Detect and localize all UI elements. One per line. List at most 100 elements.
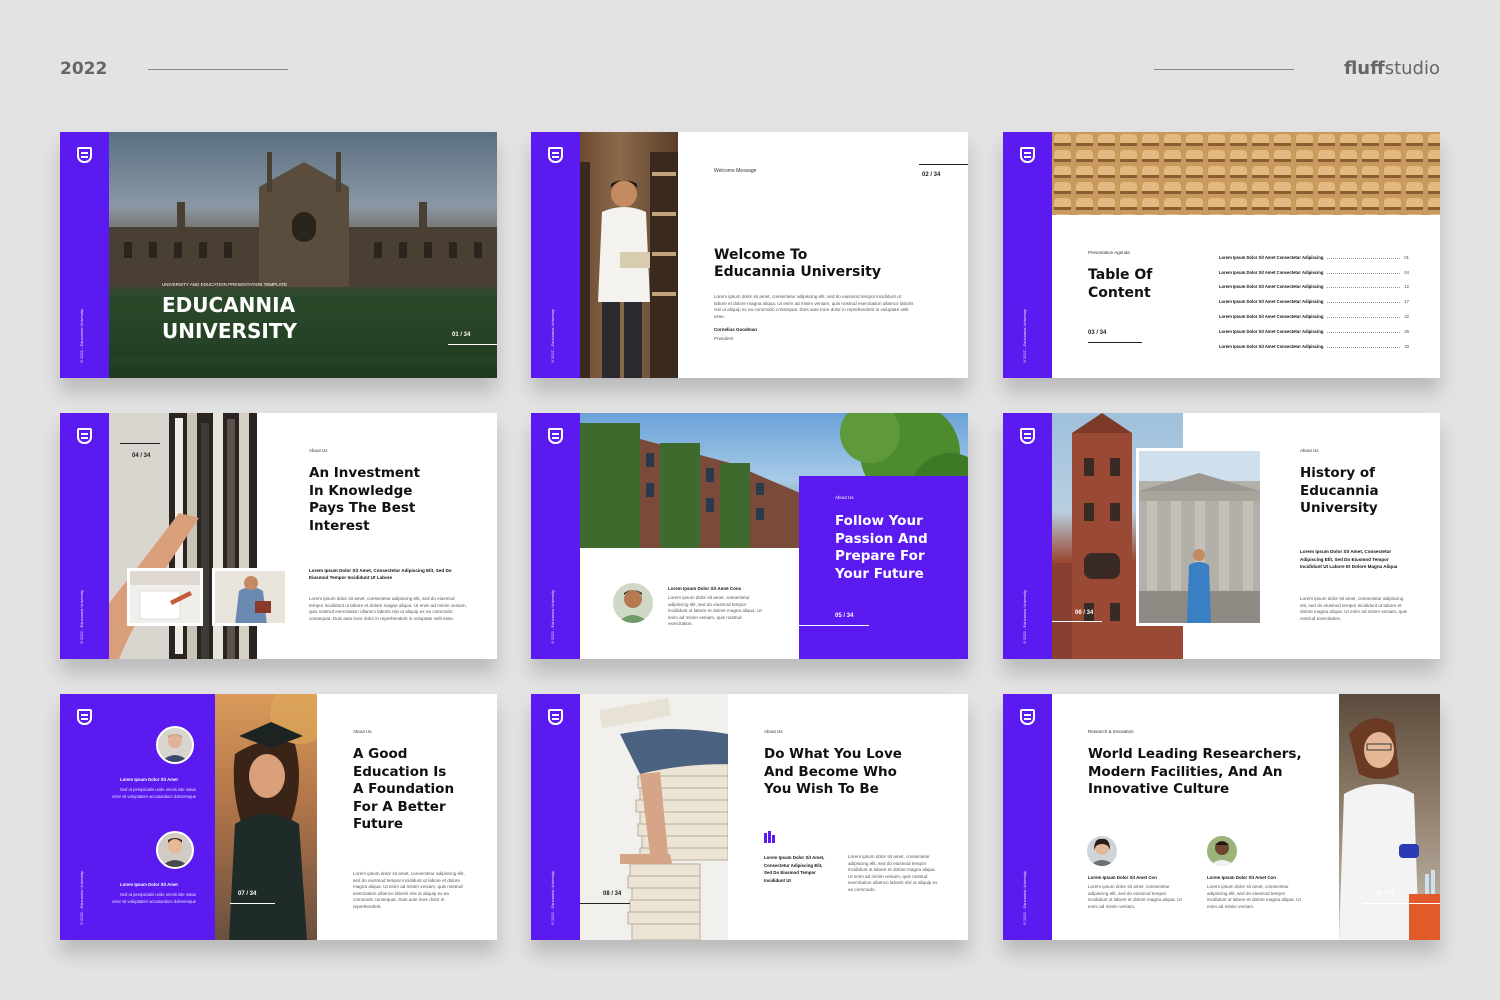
accent-sidebar: ©2022 - Educannia University xyxy=(60,413,109,659)
page-rule xyxy=(120,443,160,444)
toc-row[interactable]: Lorem Ipsum Dolor Sit Amet Consectetur A… xyxy=(1219,265,1409,280)
brand-logo: fluffstudio xyxy=(1343,58,1440,79)
toc-row-page: 33 xyxy=(1404,343,1409,349)
student-books-illustration xyxy=(235,576,271,623)
page-rule xyxy=(1088,342,1142,343)
toc-leader xyxy=(1327,271,1401,274)
writing-illustration xyxy=(130,571,200,620)
slide-title-line2: Educannia University xyxy=(714,264,881,280)
slide-6-history[interactable]: ©2022 - Educannia University 06 / 34 Abo… xyxy=(1003,413,1440,659)
slide-title: Do What You Love And Become Who You Wish T… xyxy=(764,746,902,797)
lead-text: Lorem Ipsum Dolor Sit Amet Cons xyxy=(668,586,742,591)
study-photo-1 xyxy=(127,568,203,626)
researcher-desc-2: Lorem ipsum dolor sit amet, consectetur … xyxy=(1207,884,1301,909)
shield-logo-icon xyxy=(548,709,563,725)
header-rule-right xyxy=(1154,69,1294,70)
page-number: 01 / 34 xyxy=(452,332,471,338)
columns-illustration xyxy=(1139,451,1260,623)
section-label: About Us xyxy=(1300,448,1319,453)
page-number: 04 / 34 xyxy=(132,453,151,459)
page-number: 07 / 34 xyxy=(238,891,257,897)
slide-8-do-what-you-love[interactable]: ©2022 - Educannia University 08 / 34 Abo… xyxy=(531,694,968,940)
toc-row[interactable]: Lorem Ipsum Dolor Sit Amet Consectetur A… xyxy=(1219,324,1409,339)
body-text: Lorem ipsum dolor sit amet, consectetur … xyxy=(309,596,467,621)
page-rule xyxy=(1052,621,1102,622)
slide-title: World Leading Researchers, Modern Facilit… xyxy=(1088,746,1302,797)
person-name-2: Lorem Ipsum Dolor Sit Amet xyxy=(120,882,178,887)
side-caption: ©2022 - Educannia University xyxy=(1022,589,1027,645)
slide-4-investment[interactable]: ©2022 - Educannia University 04 / 34 Abo… xyxy=(60,413,497,659)
page-rule xyxy=(1363,903,1440,904)
toc-row-title: Lorem Ipsum Dolor Sit Amet Consectetur A… xyxy=(1219,254,1324,260)
books-icon xyxy=(764,830,776,843)
slide-9-research[interactable]: ©2022 - Educannia University 09 / 34 Res… xyxy=(1003,694,1440,940)
toc-row[interactable]: Lorem Ipsum Dolor Sit Amet Consectetur A… xyxy=(1219,339,1409,354)
body-text: Lorem ipsum dolor sit amet, consectetur … xyxy=(668,595,762,626)
slide-5-passion[interactable]: ©2022 - Educannia University About Us Fo… xyxy=(531,413,968,659)
side-caption: ©2022 - Educannia University xyxy=(550,589,555,645)
accent-sidebar: ©2022 - Educannia University xyxy=(1003,413,1052,659)
section-label: About Us xyxy=(835,495,854,500)
slide-title: A Good Education Is A Foundation For A Bett… xyxy=(353,746,455,832)
person-desc-1: Sed ut perspiciatis unde omnis iste natu… xyxy=(112,787,196,799)
cover-eyebrow: UNIVERSITY AND EDUCATION PRESENTATION TE… xyxy=(162,282,288,287)
toc-row[interactable]: Lorem Ipsum Dolor Sit Amet Consectetur A… xyxy=(1219,280,1409,295)
shield-logo-icon xyxy=(77,709,92,725)
signature-name: Cornelius Goodman xyxy=(714,327,758,332)
slide-7-education[interactable]: ©2022 - Educannia University Lorem Ipsum… xyxy=(60,694,497,940)
toc-row-page: 12 xyxy=(1404,284,1409,290)
page-number: 03 / 34 xyxy=(1088,330,1107,336)
page-number: 02 / 34 xyxy=(922,172,941,178)
accent-sidebar: ©2022 - Educannia University xyxy=(531,413,580,659)
study-photo-2 xyxy=(212,568,288,626)
shield-logo-icon xyxy=(548,428,563,444)
toc-row-title: Lorem Ipsum Dolor Sit Amet Consectetur A… xyxy=(1219,314,1324,320)
cover-title-line2: UNIVERSITY xyxy=(162,319,297,343)
researcher-name-1: Lorem Ipsum Dolor Sit Amet Con xyxy=(1088,875,1157,880)
side-caption: ©2022 - Educannia University xyxy=(1022,870,1027,926)
slide-title: An Investment In Knowledge Pays The Best In… xyxy=(309,465,421,534)
toc-row-title: Lorem Ipsum Dolor Sit Amet Consectetur A… xyxy=(1219,299,1324,305)
side-caption: ©2022 - Educannia University xyxy=(79,870,84,926)
toc-leader xyxy=(1327,285,1401,289)
shield-logo-icon xyxy=(1020,428,1035,444)
body-text: Lorem ipsum dolor sit amet, consectetur … xyxy=(714,294,914,319)
accent-sidebar: ©2022 - Educannia University xyxy=(60,132,109,378)
section-label: About Us xyxy=(353,729,372,734)
shield-logo-icon xyxy=(1020,147,1035,163)
researcher-avatar-1 xyxy=(1085,834,1119,868)
lead-text: Lorem Ipsum Dolor Sit Amet, Consectetur … xyxy=(764,855,825,883)
page-rule xyxy=(230,903,275,904)
toc-row-title: Lorem Ipsum Dolor Sit Amet Consectetur A… xyxy=(1219,343,1324,349)
researcher-name-2: Lorem Ipsum Dolor Sit Amet Con xyxy=(1207,875,1276,880)
slide-2-welcome[interactable]: ©2022 - Educannia University Welcome Mes… xyxy=(531,132,968,378)
toc-row-page: 17 xyxy=(1404,299,1409,305)
section-label: Presentation Agenda xyxy=(1088,250,1130,255)
side-caption: ©2022 - Educannia University xyxy=(79,589,84,645)
accent-sidebar: ©2022 - Educannia University xyxy=(60,694,109,940)
toc-row[interactable]: Lorem Ipsum Dolor Sit Amet Consectetur A… xyxy=(1219,250,1409,265)
toc-leader xyxy=(1327,345,1401,348)
toc-list: Lorem Ipsum Dolor Sit Amet Consectetur A… xyxy=(1219,250,1409,354)
section-label: About Us xyxy=(309,448,328,453)
toc-row[interactable]: Lorem Ipsum Dolor Sit Amet Consectetur A… xyxy=(1219,294,1409,309)
seats-illustration xyxy=(1052,132,1440,215)
page-rule xyxy=(799,625,869,626)
toc-leader xyxy=(1327,330,1401,333)
toc-leader xyxy=(1327,300,1401,304)
avatar-illustration xyxy=(161,734,189,762)
shield-logo-icon xyxy=(548,147,563,163)
toc-row-page: 01 xyxy=(1404,254,1409,260)
slide-1-cover[interactable]: ©2022 - Educannia University UNIVERSITY … xyxy=(60,132,497,378)
page-rule xyxy=(919,164,968,165)
slide-3-table-of-content[interactable]: ©2022 - Educannia University Presentatio… xyxy=(1003,132,1440,378)
person-avatar-1 xyxy=(156,726,194,764)
toc-row[interactable]: Lorem Ipsum Dolor Sit Amet Consectetur A… xyxy=(1219,309,1409,324)
header-rule-left xyxy=(148,69,288,70)
accent-sidebar: ©2022 - Educannia University xyxy=(1003,694,1052,940)
library-student-photo xyxy=(580,132,678,378)
toc-row-page: 26 xyxy=(1404,328,1409,334)
auditorium-seats-photo xyxy=(1052,132,1440,215)
side-caption: ©2022 - Educannia University xyxy=(550,308,555,364)
accent-sidebar: ©2022 - Educannia University xyxy=(531,132,580,378)
